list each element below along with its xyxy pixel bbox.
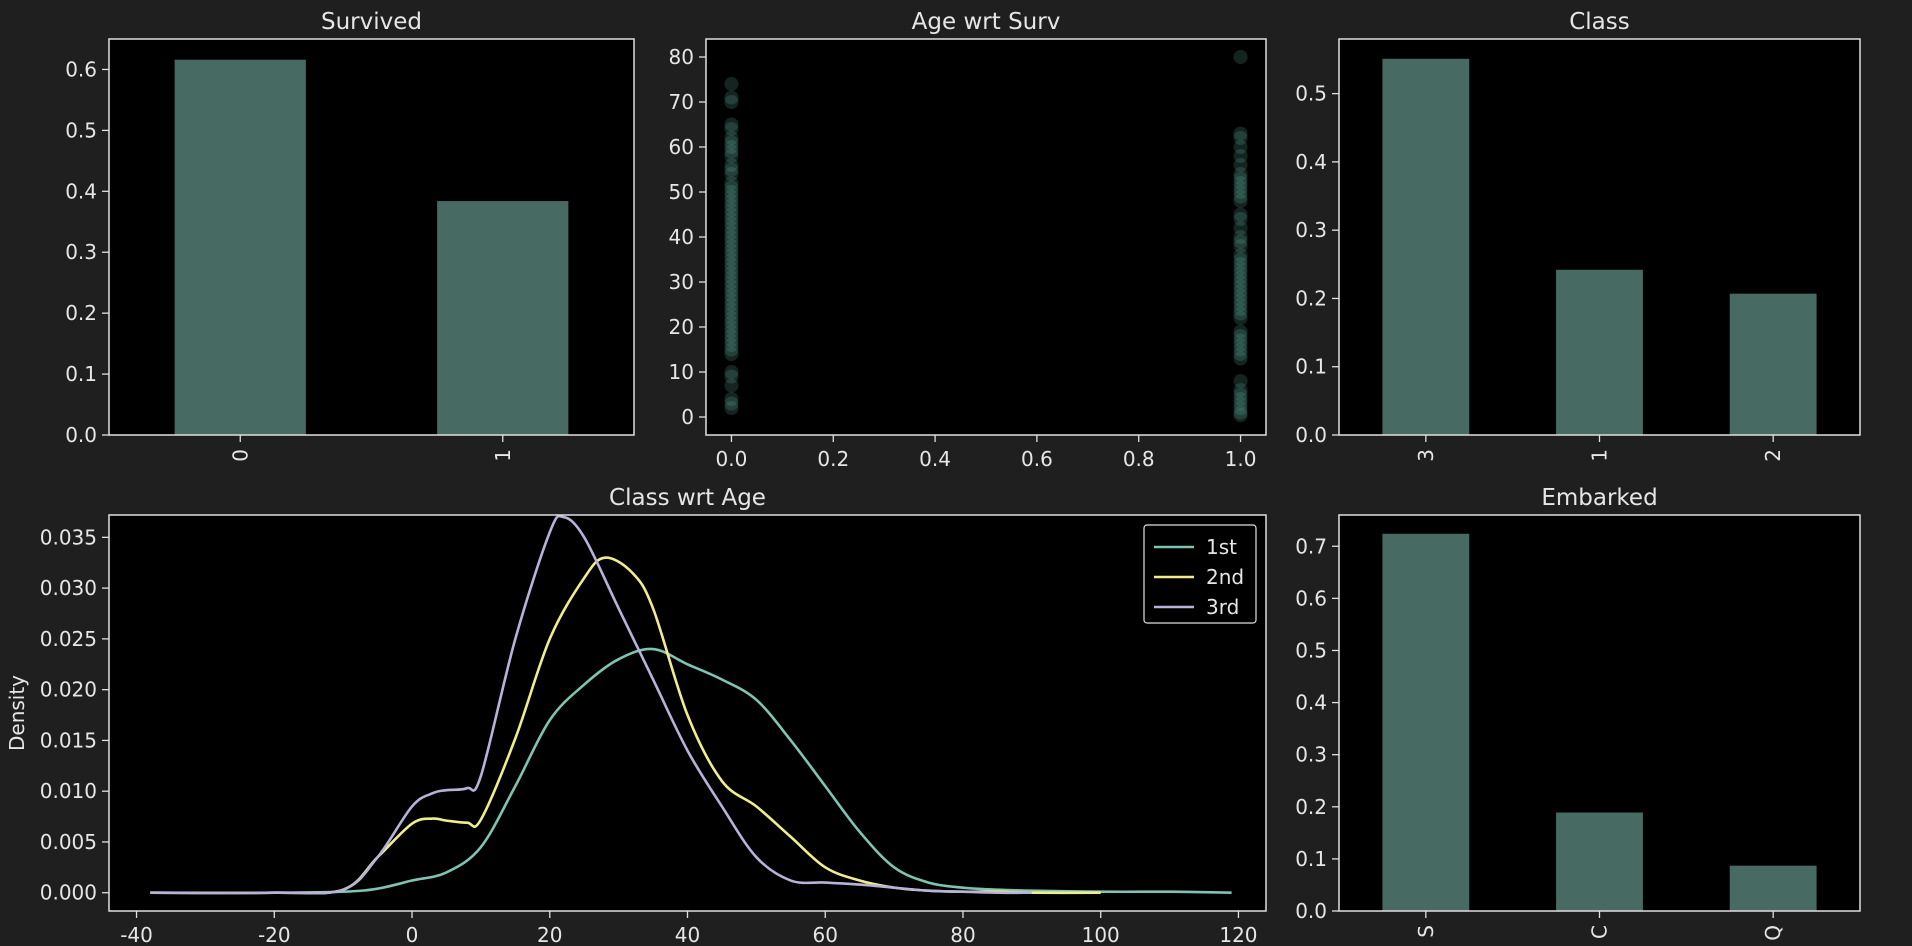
x-tick-label: 80 xyxy=(950,923,975,946)
scatter-point xyxy=(1233,207,1248,222)
y-tick-label: 0 xyxy=(681,405,694,429)
x-tick-label: 1 xyxy=(491,449,515,462)
y-tick-label: 0.0 xyxy=(1295,899,1327,923)
y-tick-label: 80 xyxy=(669,45,694,69)
scatter-point xyxy=(1233,374,1248,388)
scatter-point xyxy=(1233,126,1248,141)
x-tick-label: 1.0 xyxy=(1225,447,1257,471)
figure: 0 10.00.10.20.30.40.50.6Survived 0.0 0.2 0.… xyxy=(0,0,1912,946)
y-tick-label: 20 xyxy=(669,315,694,339)
y-tick-label: 0.020 xyxy=(40,678,97,702)
bar-1 xyxy=(437,201,569,435)
y-tick-label: 0.005 xyxy=(40,830,97,854)
chart-class: 3 1 2 0.0 0.1 0.2 0.3 0.4 0.5 Class xyxy=(1295,9,1861,462)
y-tick-label: 70 xyxy=(669,90,694,114)
x-tick-label: Q xyxy=(1761,925,1785,941)
y-tick-label: 0.2 xyxy=(65,301,97,325)
chart-title: Class xyxy=(1569,9,1630,35)
chart-age-wrt-surv: 0.0 0.2 0.4 0.6 0.8 1.0 0 10 20 30 40 50 60 70 80 Age w… xyxy=(669,9,1267,471)
y-tick-label: 0.010 xyxy=(40,779,97,803)
x-tick-label: 120 xyxy=(1219,923,1257,946)
y-tick-label: 0.035 xyxy=(40,525,97,549)
bar-C xyxy=(1556,812,1643,911)
y-tick-label: 50 xyxy=(669,180,694,204)
chart-title: Age wrt Surv xyxy=(912,9,1061,35)
y-tick-label: 0.4 xyxy=(1295,691,1327,715)
scatter-point xyxy=(1233,324,1248,339)
y-tick-label: 0.4 xyxy=(65,179,97,203)
scatter-point xyxy=(724,117,739,132)
x-tick-label: 60 xyxy=(813,923,838,946)
x-tick-label: 100 xyxy=(1082,923,1120,946)
y-tick-label: 0.5 xyxy=(1295,82,1327,106)
scatter-point xyxy=(1233,50,1248,64)
bar-Q xyxy=(1729,865,1817,911)
x-tick-label: 0.6 xyxy=(1021,447,1053,471)
y-axis-label: Density xyxy=(5,675,29,751)
y-tick-label: 0.1 xyxy=(1295,355,1327,379)
chart-title: Survived xyxy=(321,9,422,35)
bar-2 xyxy=(1729,293,1817,435)
bar-S xyxy=(1382,533,1470,911)
bar-3 xyxy=(1382,58,1470,436)
scatter-point xyxy=(724,90,739,105)
chart-survived: 0 1 0.0 0.1 0.2 0.3 0.4 0.5 0.6 Survived xyxy=(65,9,635,462)
y-tick-label: 30 xyxy=(669,270,694,294)
y-tick-label: 0.000 xyxy=(40,881,97,905)
legend-entry: 1st xyxy=(1206,535,1237,559)
y-tick-label: 0.7 xyxy=(1295,534,1327,558)
y-tick-label: 0.0 xyxy=(1295,423,1327,447)
y-tick-label: 60 xyxy=(669,135,694,159)
x-tick-label: 0.4 xyxy=(919,447,951,471)
scatter-point xyxy=(724,392,739,406)
x-tick-label: 0.8 xyxy=(1123,447,1155,471)
chart-title: Class wrt Age xyxy=(609,485,766,511)
x-tick-label: 2 xyxy=(1761,449,1785,462)
chart-class-wrt-age: -40 -20 0 20 40 60 80 100 120 0.000 0.005 0.010 0.01… xyxy=(5,485,1267,946)
x-tick-label: S xyxy=(1414,925,1438,938)
x-tick-label: 0.0 xyxy=(716,447,748,471)
legend-entry: 3rd xyxy=(1206,595,1239,619)
x-tick-label: 20 xyxy=(537,923,562,946)
y-tick-label: 0.030 xyxy=(40,576,97,600)
y-tick-label: 0.2 xyxy=(1295,795,1327,819)
y-tick-label: 0.3 xyxy=(1295,743,1327,767)
bar-0 xyxy=(174,59,306,436)
x-tick-label: 0.2 xyxy=(817,447,849,471)
y-tick-label: 0.025 xyxy=(40,627,97,651)
x-tick-label: 3 xyxy=(1414,449,1438,462)
chart-title: Embarked xyxy=(1541,485,1657,511)
y-tick-label: 0.6 xyxy=(65,57,97,81)
x-tick-label: 1 xyxy=(1588,449,1612,462)
bar-1 xyxy=(1556,269,1643,435)
x-tick-label: 40 xyxy=(675,923,700,946)
scatter-point xyxy=(724,77,739,91)
y-tick-label: 0.6 xyxy=(1295,586,1327,610)
y-tick-label: 40 xyxy=(669,225,694,249)
axes-background xyxy=(706,39,1266,435)
x-tick-label: C xyxy=(1588,925,1612,939)
y-tick-label: 0.4 xyxy=(1295,150,1327,174)
y-tick-label: 10 xyxy=(669,360,694,384)
chart-embarked: S C Q 0.0 0.1 0.2 0.3 0.4 0.5 0.6 0.7 Embarked xyxy=(1295,485,1861,941)
y-tick-label: 0.0 xyxy=(65,423,97,447)
y-tick-label: 0.1 xyxy=(1295,847,1327,871)
x-tick-label: -20 xyxy=(258,923,291,946)
x-tick-label: -40 xyxy=(120,923,153,946)
y-tick-label: 0.3 xyxy=(65,240,97,264)
scatter-point xyxy=(724,365,739,379)
y-tick-label: 0.3 xyxy=(1295,218,1327,242)
y-tick-label: 0.5 xyxy=(65,118,97,142)
y-tick-label: 0.1 xyxy=(65,362,97,386)
legend-entry: 2nd xyxy=(1206,565,1244,589)
y-tick-label: 0.015 xyxy=(40,728,97,752)
y-tick-label: 0.5 xyxy=(1295,638,1327,662)
y-tick-label: 0.2 xyxy=(1295,286,1327,310)
x-tick-label: 0 xyxy=(228,449,252,462)
x-tick-label: 0 xyxy=(406,923,419,946)
legend: 1st 2nd 3rd xyxy=(1143,524,1257,624)
